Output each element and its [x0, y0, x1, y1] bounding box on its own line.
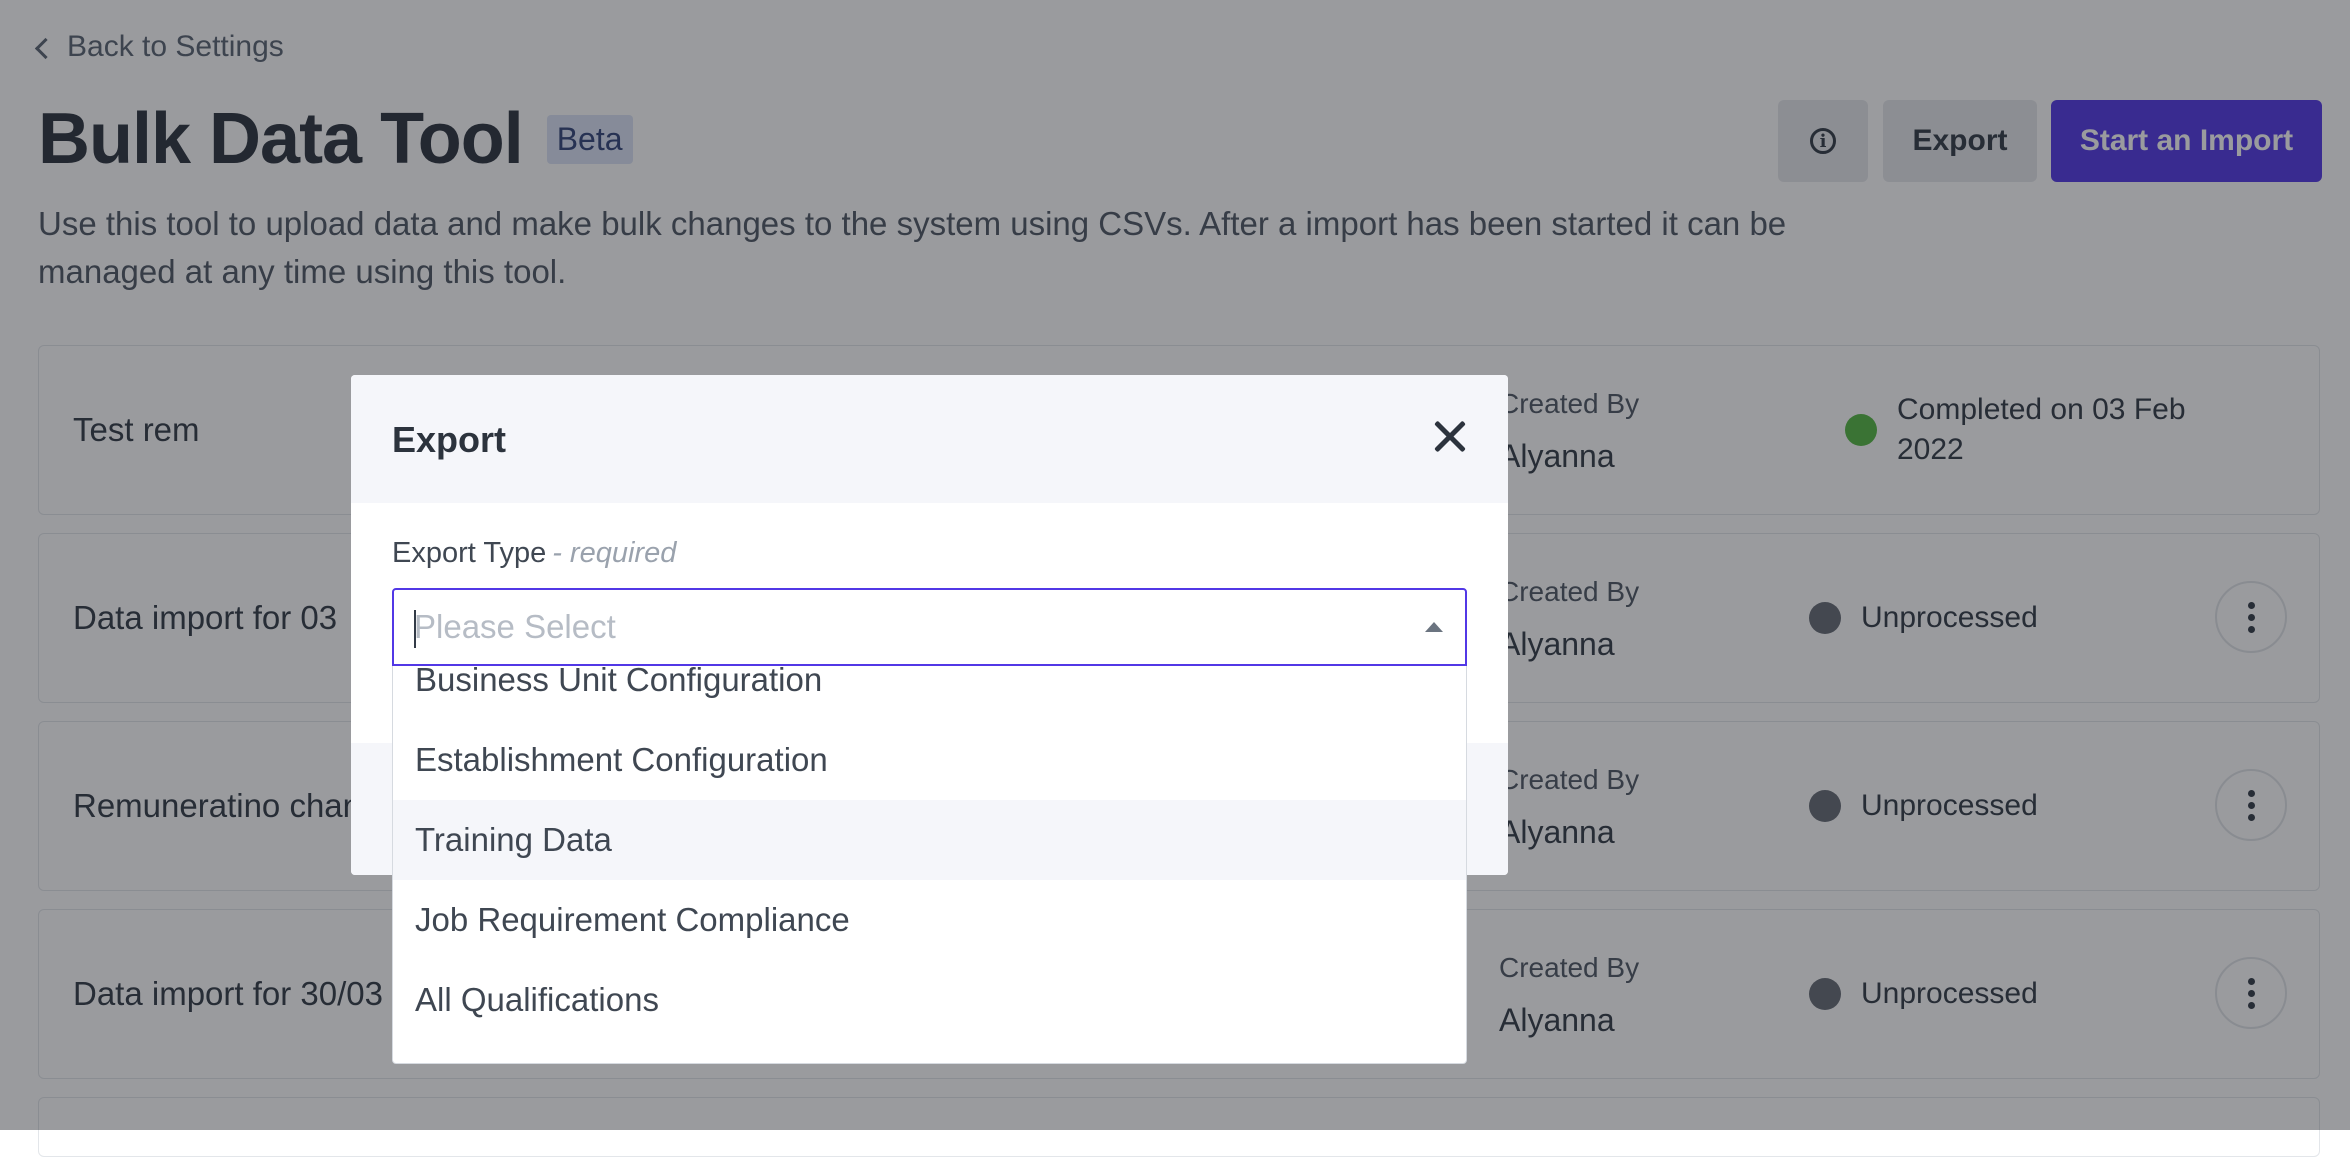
export-type-label: Export Type - required — [392, 537, 676, 570]
export-type-input[interactable] — [414, 590, 1394, 664]
modal-title: Export — [392, 419, 507, 460]
export-type-label-text: Export Type — [392, 537, 547, 569]
close-icon[interactable] — [1428, 415, 1472, 459]
required-hint: - required — [552, 537, 677, 569]
option-training-data[interactable]: Training Data — [393, 800, 1466, 880]
export-type-dropdown: Business Unit Configuration Establishmen… — [392, 666, 1467, 1064]
option-establishment-configuration[interactable]: Establishment Configuration — [393, 720, 1466, 800]
option-job-requirement-compliance[interactable]: Job Requirement Compliance — [393, 880, 1466, 960]
export-type-select[interactable] — [392, 588, 1467, 666]
option-business-unit-configuration[interactable]: Business Unit Configuration — [393, 666, 1466, 720]
option-all-qualifications[interactable]: All Qualifications — [393, 960, 1466, 1040]
page: Back to Settings Bulk Data Tool Beta Use… — [0, 0, 2350, 1157]
chevron-up-icon[interactable] — [1425, 622, 1443, 632]
text-cursor — [414, 610, 416, 648]
modal-header: Export — [351, 375, 1508, 503]
